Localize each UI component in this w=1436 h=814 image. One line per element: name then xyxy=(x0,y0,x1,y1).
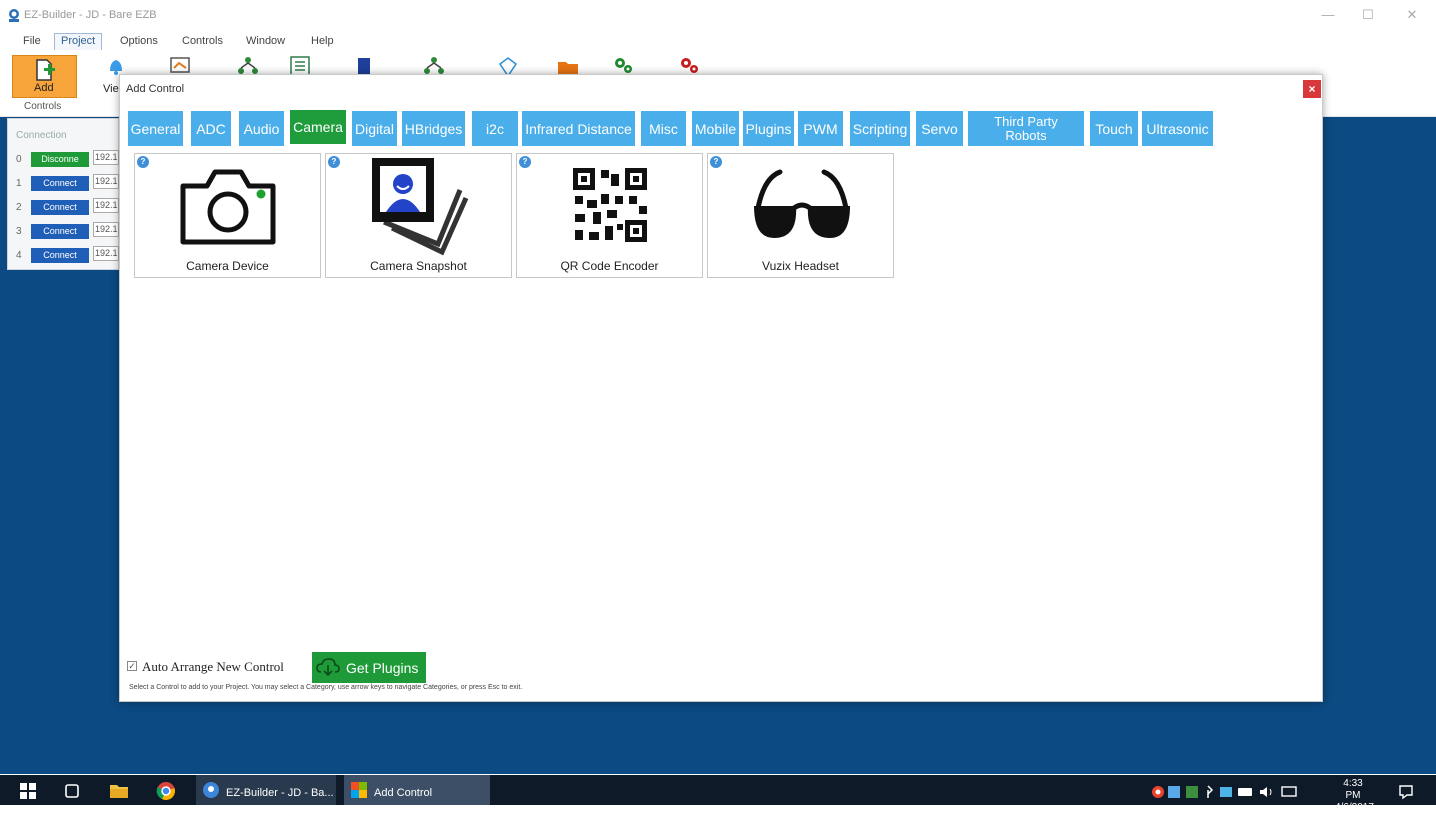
get-plugins-label: Get Plugins xyxy=(346,660,419,676)
disconnect-button[interactable]: Disconne xyxy=(31,152,89,167)
window-title: EZ-Builder - JD - Bare EZB xyxy=(24,9,157,21)
tab-servo[interactable]: Servo xyxy=(916,111,963,146)
maximize-button[interactable]: ☐ xyxy=(1356,5,1380,25)
qr-code-icon xyxy=(573,168,647,242)
help-icon[interactable]: ? xyxy=(519,156,531,168)
menu-file[interactable]: File xyxy=(17,33,47,49)
dialog-close-button[interactable]: × xyxy=(1303,80,1321,98)
ip-address-input[interactable]: 192.1 xyxy=(93,198,119,213)
tab-misc[interactable]: Misc xyxy=(641,111,686,146)
help-icon[interactable]: ? xyxy=(137,156,149,168)
ip-address-input[interactable]: 192.1 xyxy=(93,246,119,261)
menu-project[interactable]: Project xyxy=(54,33,103,51)
tab-hbridges[interactable]: HBridges xyxy=(402,111,465,146)
add-control-window-icon xyxy=(351,782,367,798)
taskbar-label: Add Control xyxy=(374,787,433,799)
clock-time: 4:33 PM xyxy=(1343,778,1363,801)
auto-arrange-checkbox[interactable]: ✓ xyxy=(127,661,137,671)
help-icon[interactable]: ? xyxy=(328,156,340,168)
close-window-button[interactable]: ✕ xyxy=(1400,5,1424,25)
dialog-title: Add Control xyxy=(126,83,185,95)
tab-infrared-distance[interactable]: Infrared Distance xyxy=(522,111,635,146)
ip-address-input[interactable]: 192.1 xyxy=(93,174,119,189)
tab-digital[interactable]: Digital xyxy=(352,111,397,146)
connect-button[interactable]: Connect xyxy=(31,224,89,239)
connection-title: Connection xyxy=(16,130,67,141)
tab-audio[interactable]: Audio xyxy=(239,111,284,146)
system-tray-icons[interactable] xyxy=(1150,784,1300,800)
camera-icon xyxy=(180,169,276,245)
card-label: QR Code Encoder xyxy=(560,259,659,273)
menu-options[interactable]: Options xyxy=(114,33,164,49)
add-document-icon xyxy=(36,59,55,81)
tab-i2c[interactable]: i2c xyxy=(472,111,518,146)
card-label: Vuzix Headset xyxy=(762,259,839,273)
connection-index: 2 xyxy=(16,202,22,213)
connection-index: 1 xyxy=(16,178,22,189)
task-view-icon[interactable] xyxy=(64,783,80,799)
menu-controls[interactable]: Controls xyxy=(176,33,229,49)
minimize-button[interactable]: — xyxy=(1316,5,1340,25)
connection-index: 0 xyxy=(16,154,22,165)
connection-index: 4 xyxy=(16,250,22,261)
tab-third-party-robots[interactable]: Third Party Robots xyxy=(968,111,1084,146)
tab-touch[interactable]: Touch xyxy=(1090,111,1138,146)
view-label: Vie xyxy=(103,83,119,95)
clock[interactable]: 4:33 PM 4/6/2017 xyxy=(1335,778,1374,814)
file-explorer-icon[interactable] xyxy=(109,782,129,800)
clock-date: 4/6/2017 xyxy=(1335,802,1374,813)
help-icon[interactable]: ? xyxy=(710,156,722,168)
tab-plugins[interactable]: Plugins xyxy=(743,111,794,146)
add-label: Add xyxy=(34,82,54,94)
sunglasses-icon xyxy=(754,169,850,238)
tab-pwm[interactable]: PWM xyxy=(798,111,843,146)
menu-bar: File Project Options Controls Window Hel… xyxy=(0,32,1436,51)
action-center-icon[interactable] xyxy=(1398,784,1414,800)
windows-start-icon[interactable] xyxy=(20,783,36,799)
cloud-download-icon xyxy=(316,658,340,676)
tab-ultrasonic[interactable]: Ultrasonic xyxy=(1142,111,1213,146)
connect-button[interactable]: Connect xyxy=(31,176,89,191)
tab-adc[interactable]: ADC xyxy=(191,111,231,146)
taskbar-label: EZ-Builder - JD - Ba... xyxy=(226,787,334,799)
menu-help[interactable]: Help xyxy=(305,33,340,49)
app-logo-icon xyxy=(9,9,19,22)
card-label: Camera Snapshot xyxy=(370,259,467,273)
ip-address-input[interactable]: 192.1 xyxy=(93,222,119,237)
ip-address-input[interactable]: 192.1 xyxy=(93,150,119,165)
title-bar xyxy=(0,0,1436,32)
tab-scripting[interactable]: Scripting xyxy=(850,111,910,146)
ribbon-group-controls-label: Controls xyxy=(24,101,62,112)
tab-mobile[interactable]: Mobile xyxy=(692,111,739,146)
connect-button[interactable]: Connect xyxy=(31,200,89,215)
card-label: Camera Device xyxy=(186,259,269,273)
connect-button[interactable]: Connect xyxy=(31,248,89,263)
dialog-hint-text: Select a Control to add to your Project.… xyxy=(129,684,523,691)
connection-index: 3 xyxy=(16,226,22,237)
photo-stack-icon xyxy=(372,158,469,256)
chrome-icon[interactable] xyxy=(156,781,176,801)
menu-window[interactable]: Window xyxy=(240,33,291,49)
tab-camera[interactable]: Camera xyxy=(290,110,346,144)
tab-general[interactable]: General xyxy=(128,111,183,146)
auto-arrange-label: Auto Arrange New Control xyxy=(142,659,284,674)
ezbuilder-app-icon xyxy=(203,782,219,798)
